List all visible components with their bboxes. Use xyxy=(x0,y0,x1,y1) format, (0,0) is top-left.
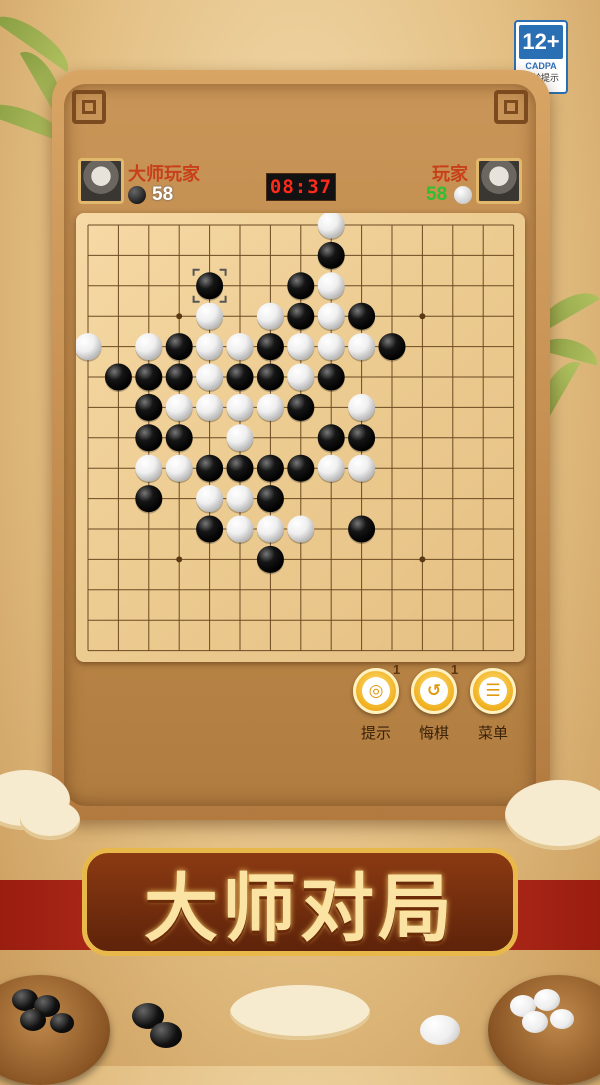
star-point xyxy=(176,556,183,563)
player-left-score: 58 xyxy=(152,184,174,205)
banner-title: 大师对局 xyxy=(144,865,456,952)
black-stone xyxy=(378,333,406,361)
corner-ornament-right xyxy=(494,90,528,124)
white-stone xyxy=(196,485,224,513)
black-stone xyxy=(287,302,315,330)
white-stone xyxy=(287,515,315,543)
white-stone xyxy=(226,424,254,452)
board-grid[interactable] xyxy=(76,213,525,662)
player-right-stone-icon xyxy=(454,186,472,204)
player-left-name: 大师玩家 xyxy=(128,164,200,184)
black-stone xyxy=(196,515,224,543)
black-stone xyxy=(196,454,224,482)
menu-label: 菜单 xyxy=(477,725,508,742)
player-left-stone-icon xyxy=(128,186,146,204)
white-stone xyxy=(348,333,376,361)
player-left-avatar[interactable] xyxy=(78,158,124,204)
black-stone xyxy=(256,333,284,361)
white-stone xyxy=(226,393,254,421)
menu-list-icon: ☰ xyxy=(479,677,507,705)
white-stone xyxy=(196,333,224,361)
white-stone xyxy=(165,393,193,421)
black-stone xyxy=(287,272,315,300)
white-stone xyxy=(317,302,345,330)
age-rating-label: 12+ xyxy=(519,25,563,59)
black-stone xyxy=(165,363,193,391)
black-stone xyxy=(135,485,163,513)
white-stone xyxy=(256,302,284,330)
white-stone xyxy=(165,454,193,482)
star-point xyxy=(419,556,426,563)
hint-count: 1 xyxy=(393,662,401,677)
white-stone xyxy=(135,333,163,361)
white-stone xyxy=(256,393,284,421)
white-stone xyxy=(196,363,224,391)
black-stone xyxy=(348,302,376,330)
black-stone xyxy=(348,424,376,452)
white-stone xyxy=(317,454,345,482)
black-stone xyxy=(226,363,254,391)
black-stone xyxy=(226,454,254,482)
white-stone-bowl xyxy=(488,975,600,1085)
loose-white-stone xyxy=(420,1015,460,1045)
black-stone xyxy=(165,424,193,452)
black-stone xyxy=(317,363,345,391)
white-stone xyxy=(196,302,224,330)
black-stone xyxy=(287,393,315,421)
white-stone xyxy=(287,333,315,361)
black-stone xyxy=(256,545,284,573)
black-stone xyxy=(256,363,284,391)
black-stone xyxy=(256,454,284,482)
player-right-avatar[interactable] xyxy=(476,158,522,204)
undo-icon: ↺ xyxy=(420,677,448,705)
gomoku-board[interactable] xyxy=(76,213,525,662)
black-stone xyxy=(135,363,163,391)
black-stone xyxy=(256,485,284,513)
game-timer: 08:37 xyxy=(266,173,336,201)
white-stone xyxy=(317,272,345,300)
black-stone xyxy=(348,515,376,543)
star-point xyxy=(176,313,183,320)
white-stone xyxy=(135,454,163,482)
white-stone xyxy=(348,454,376,482)
white-stone xyxy=(287,363,315,391)
black-stone xyxy=(287,454,315,482)
player-right-score: 58 xyxy=(426,184,448,205)
star-point xyxy=(419,313,426,320)
black-stone xyxy=(135,424,163,452)
player-right-name: 玩家 xyxy=(432,164,468,184)
white-stone xyxy=(317,333,345,361)
white-stone xyxy=(256,515,284,543)
undo-count: 1 xyxy=(451,662,459,677)
white-stone xyxy=(226,515,254,543)
hint-label: 提示 xyxy=(360,725,391,742)
black-stone xyxy=(135,393,163,421)
white-stone xyxy=(226,333,254,361)
undo-label: 悔棋 xyxy=(418,725,449,742)
black-stone xyxy=(196,272,224,300)
white-stone xyxy=(348,393,376,421)
black-stone xyxy=(317,241,345,269)
black-stone xyxy=(165,333,193,361)
title-plate: 大师对局 xyxy=(82,848,518,956)
lightbulb-icon: ◎ xyxy=(362,677,390,705)
menu-button[interactable]: ☰ xyxy=(470,668,516,714)
black-stone-bowl xyxy=(0,975,110,1085)
loose-black-stone xyxy=(150,1022,182,1048)
corner-ornament-left xyxy=(72,90,106,124)
white-stone xyxy=(196,393,224,421)
black-stone xyxy=(104,363,132,391)
black-stone xyxy=(317,424,345,452)
white-stone xyxy=(226,485,254,513)
